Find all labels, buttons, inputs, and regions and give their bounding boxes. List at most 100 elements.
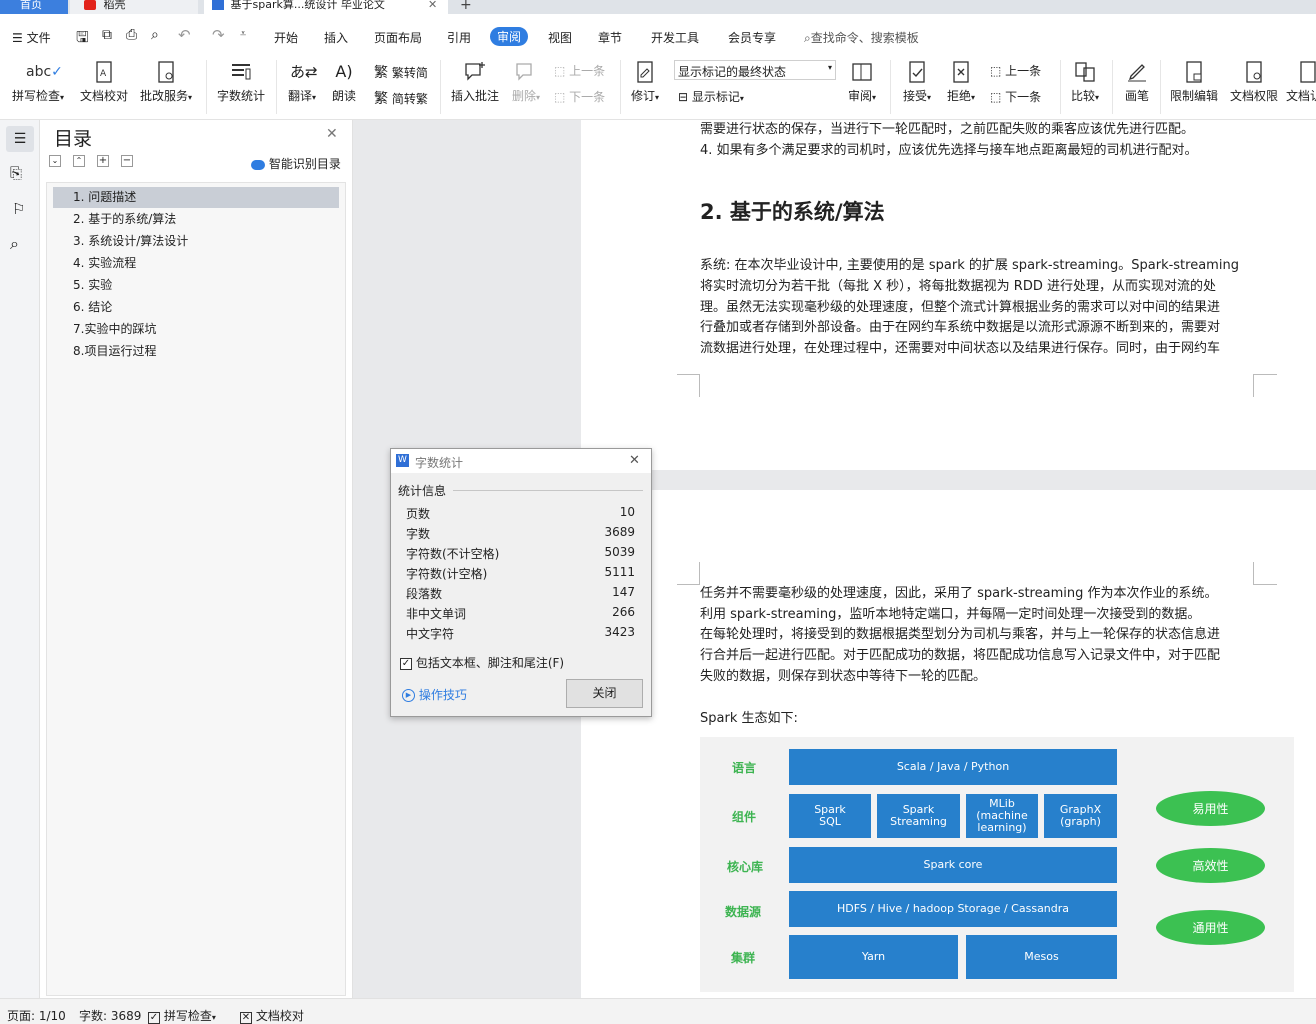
markup-select[interactable]: 显示标记的最终状态 ▾ <box>674 60 836 80</box>
docer-icon <box>84 0 96 10</box>
read-aloud-label: 朗读 <box>331 89 356 103</box>
toc-item[interactable]: 1. 问题描述 <box>53 187 339 208</box>
toc-expand-icon[interactable]: + <box>97 155 109 167</box>
toc-item[interactable]: 7.实验中的踩坑 <box>53 319 339 340</box>
reject-button[interactable]: 拒绝▾ <box>942 60 980 104</box>
word-count-button[interactable]: 字数统计 <box>214 60 268 104</box>
menu-member[interactable]: 会员专享 <box>728 29 776 46</box>
dialog-close-button[interactable]: 关闭 <box>566 679 643 708</box>
word-count-indicator[interactable]: 字数: 3689 <box>79 1007 141 1024</box>
menu-reference[interactable]: 引用 <box>447 29 471 46</box>
delete-comment-button[interactable]: 删除▾ <box>506 60 546 104</box>
menu-file[interactable]: ☰ 文件 <box>12 29 51 46</box>
batch-service-button[interactable]: 批改服务▾ <box>136 60 196 104</box>
stat-value: 3423 <box>604 625 635 639</box>
toc-collapse-all-icon[interactable]: ⌄ <box>49 155 61 167</box>
toc-item[interactable]: 2. 基于的系统/算法 <box>53 209 339 230</box>
doc-permission-button[interactable]: 文档权限 <box>1226 60 1282 104</box>
menu-chapter[interactable]: 章节 <box>598 29 622 46</box>
insert-comment-label: 插入批注 <box>450 89 499 103</box>
menu-view[interactable]: 视图 <box>548 29 572 46</box>
core-block: Spark core <box>789 847 1117 883</box>
markup-select-value: 显示标记的最终状态 <box>678 65 787 79</box>
doc-proof-button[interactable]: A 文档校对 <box>76 60 132 104</box>
tab-home[interactable]: 首页 <box>0 0 68 14</box>
compare-button[interactable]: 比较▾ <box>1066 60 1104 104</box>
search-rail-icon[interactable]: ⌕ <box>10 234 19 254</box>
include-textbox-checkbox[interactable]: ✓ 包括文本框、脚注和尾注(F) <box>400 654 564 671</box>
show-markup-button[interactable]: ⊟ 显示标记▾ <box>678 88 744 105</box>
spell-check-label: 拼写检查 <box>11 89 60 103</box>
toc-close-icon[interactable]: ✕ <box>326 126 338 142</box>
toc-item[interactable]: 3. 系统设计/算法设计 <box>53 231 339 252</box>
customize-icon[interactable]: ⩡ <box>240 27 246 41</box>
component-block: Spark Streaming <box>877 794 960 838</box>
read-aloud-button[interactable]: A) 朗读 <box>326 60 362 104</box>
translate-icon: あ⇄ <box>290 63 318 81</box>
smart-toc-button[interactable]: 智能识别目录 <box>251 155 341 172</box>
page-indicator[interactable]: 页面: 1/10 <box>7 1007 66 1024</box>
toc-item[interactable]: 5. 实验 <box>53 275 339 296</box>
prev-comment-label: 上一条 <box>569 64 606 78</box>
bookmark-rail-icon[interactable]: ⚐ <box>12 200 25 218</box>
doc-cert-icon <box>1300 61 1316 83</box>
spell-check-button[interactable]: abc✓ 拼写检查▾ <box>8 60 68 104</box>
doc-permission-label: 文档权限 <box>1229 89 1278 103</box>
revise-button[interactable]: 修订▾ <box>626 60 664 104</box>
translate-button[interactable]: あ⇄ 翻译▾ <box>282 60 322 104</box>
ribbon-separator <box>206 60 207 114</box>
revise-icon <box>637 61 653 83</box>
menu-layout[interactable]: 页面布局 <box>374 29 422 46</box>
diagram-label: 数据源 <box>725 905 762 919</box>
print-icon[interactable]: ⎙ <box>126 27 137 43</box>
menu-insert[interactable]: 插入 <box>324 29 348 46</box>
new-tab-button[interactable]: + <box>456 0 476 14</box>
tab-docer-label: 稻壳 <box>103 0 126 11</box>
accept-button[interactable]: 接受▾ <box>898 60 936 104</box>
stat-label: 字符数(计空格) <box>406 567 488 581</box>
translate-label: 翻译 <box>287 89 312 103</box>
toc-item[interactable]: 6. 结论 <box>53 297 339 318</box>
simp-to-trad-button[interactable]: 繁 简转繁 <box>374 88 428 108</box>
next-comment-button[interactable]: ⬚ 下一条 <box>554 88 605 105</box>
tab-docer[interactable]: 稻壳 <box>70 0 198 14</box>
menu-review[interactable]: 审阅 <box>490 27 529 46</box>
preview-icon[interactable]: ⌕ <box>151 27 159 43</box>
word-count-label: 字数统计 <box>216 89 265 103</box>
menu-start[interactable]: 开始 <box>274 29 298 46</box>
insert-comment-button[interactable]: 插入批注 <box>448 60 502 104</box>
tab-document[interactable]: 基于spark算...统设计 毕业论文 ✕ <box>204 0 448 14</box>
trad-to-simp-button[interactable]: 繁 繁转简 <box>374 62 428 82</box>
tips-link[interactable]: ▶ 操作技巧 <box>402 686 467 703</box>
menu-devtools[interactable]: 开发工具 <box>651 29 699 46</box>
spell-check-status-label: 拼写检查 <box>163 1009 212 1023</box>
toc-collapse-icon[interactable]: − <box>121 155 133 167</box>
toc-expand-up-icon[interactable]: ⌃ <box>73 155 85 167</box>
toc-item[interactable]: 8.项目运行过程 <box>53 341 339 362</box>
checkbox-checked-icon: ✓ <box>400 657 412 670</box>
trad-simp-icon: 繁 <box>374 65 388 81</box>
next-change-button[interactable]: ⬚ 下一条 <box>990 88 1041 105</box>
command-search[interactable]: ⌕查找命令、搜索模板 <box>804 29 919 46</box>
diagram-label: 语言 <box>732 761 757 775</box>
dialog-close-icon[interactable]: ✕ <box>629 453 640 468</box>
toc-rail-icon[interactable]: ☰ <box>6 126 34 152</box>
prev-comment-button[interactable]: ⬚ 上一条 <box>554 62 605 79</box>
redo-icon[interactable]: ↷ <box>212 26 225 44</box>
export-icon[interactable]: ⧉ <box>102 27 112 43</box>
stat-value: 10 <box>619 505 635 519</box>
spell-check-status[interactable]: ✓ 拼写检查▾ <box>148 1007 216 1024</box>
navigation-rail-icon[interactable]: ⎘ <box>10 164 22 182</box>
review-pane-button[interactable]: 审阅▾ <box>844 60 880 104</box>
tab-close-icon[interactable]: ✕ <box>428 0 437 10</box>
body-text: 在每轮处理时，将接受到的数据根据类型划分为司机与乘客，并与上一轮保存的状态信息进 <box>700 627 1221 642</box>
prev-change-button[interactable]: ⬚ 上一条 <box>990 62 1041 79</box>
save-icon[interactable]: 🖫 <box>76 27 89 52</box>
simp-trad-icon: 繁 <box>374 91 388 107</box>
doc-proof-status[interactable]: ✕ 文档校对 <box>240 1007 304 1024</box>
pen-button[interactable]: 画笔 <box>1120 60 1154 104</box>
undo-icon[interactable]: ↶ <box>178 26 191 44</box>
restrict-edit-button[interactable]: 限制编辑 <box>1166 60 1222 104</box>
toc-item[interactable]: 4. 实验流程 <box>53 253 339 274</box>
doc-cert-button[interactable]: 文档认 <box>1286 60 1316 104</box>
